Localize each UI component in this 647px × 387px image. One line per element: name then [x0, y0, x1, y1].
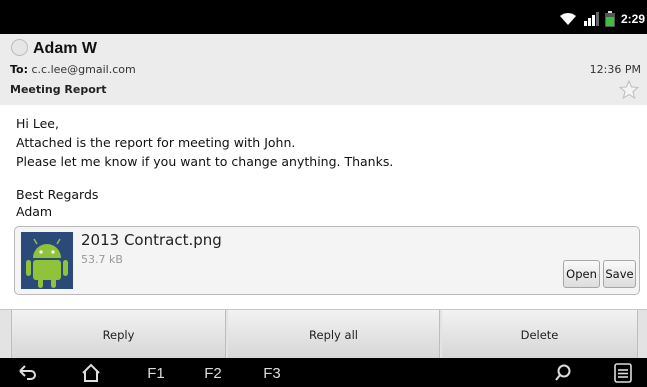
attachment-size: 53.7 kB — [81, 253, 123, 266]
contact-presence-icon[interactable] — [11, 39, 28, 56]
f1-key[interactable]: F1 — [144, 362, 168, 384]
status-time: 2:29 — [620, 12, 645, 26]
f3-key[interactable]: F3 — [260, 362, 284, 384]
action-bar: Reply Reply all Delete — [0, 309, 647, 359]
reply-button[interactable]: Reply — [11, 310, 226, 359]
body-line: Attached is the report for meeting with … — [16, 135, 296, 150]
body-line: Best Regards — [16, 187, 99, 202]
to-label: To: — [10, 63, 28, 76]
attachment-thumbnail-icon — [21, 232, 73, 289]
attachment-card[interactable]: 2013 Contract.png 53.7 kB Open Save — [14, 226, 640, 295]
back-icon[interactable] — [16, 362, 38, 384]
navigation-bar: F1 F2 F3 — [0, 358, 647, 387]
attachment-filename: 2013 Contract.png — [81, 231, 222, 249]
body-line: Please let me know if you want to change… — [16, 154, 394, 169]
battery-icon — [604, 11, 615, 27]
recipient-address: c.c.lee@gmail.com — [31, 63, 136, 76]
save-attachment-button[interactable]: Save — [603, 260, 636, 288]
body-line: Adam — [16, 204, 53, 219]
signal-icon — [583, 12, 599, 26]
status-bar: 2:29 — [0, 0, 647, 34]
sender-name[interactable]: Adam W — [33, 40, 97, 58]
search-icon[interactable] — [553, 362, 573, 384]
status-icons: 2:29 — [559, 10, 647, 28]
f2-key[interactable]: F2 — [201, 362, 225, 384]
star-icon[interactable] — [619, 80, 639, 100]
menu-icon[interactable] — [614, 362, 632, 384]
wifi-icon — [559, 12, 576, 25]
message-time: 12:36 PM — [589, 63, 641, 76]
open-attachment-button[interactable]: Open — [563, 260, 600, 288]
body-line: Hi Lee, — [16, 116, 59, 131]
recipient-line: To: c.c.lee@gmail.com — [10, 63, 136, 76]
delete-button[interactable]: Delete — [442, 310, 638, 359]
message-subject: Meeting Report — [10, 83, 107, 96]
home-icon[interactable] — [80, 362, 102, 384]
reply-all-button[interactable]: Reply all — [228, 310, 440, 359]
